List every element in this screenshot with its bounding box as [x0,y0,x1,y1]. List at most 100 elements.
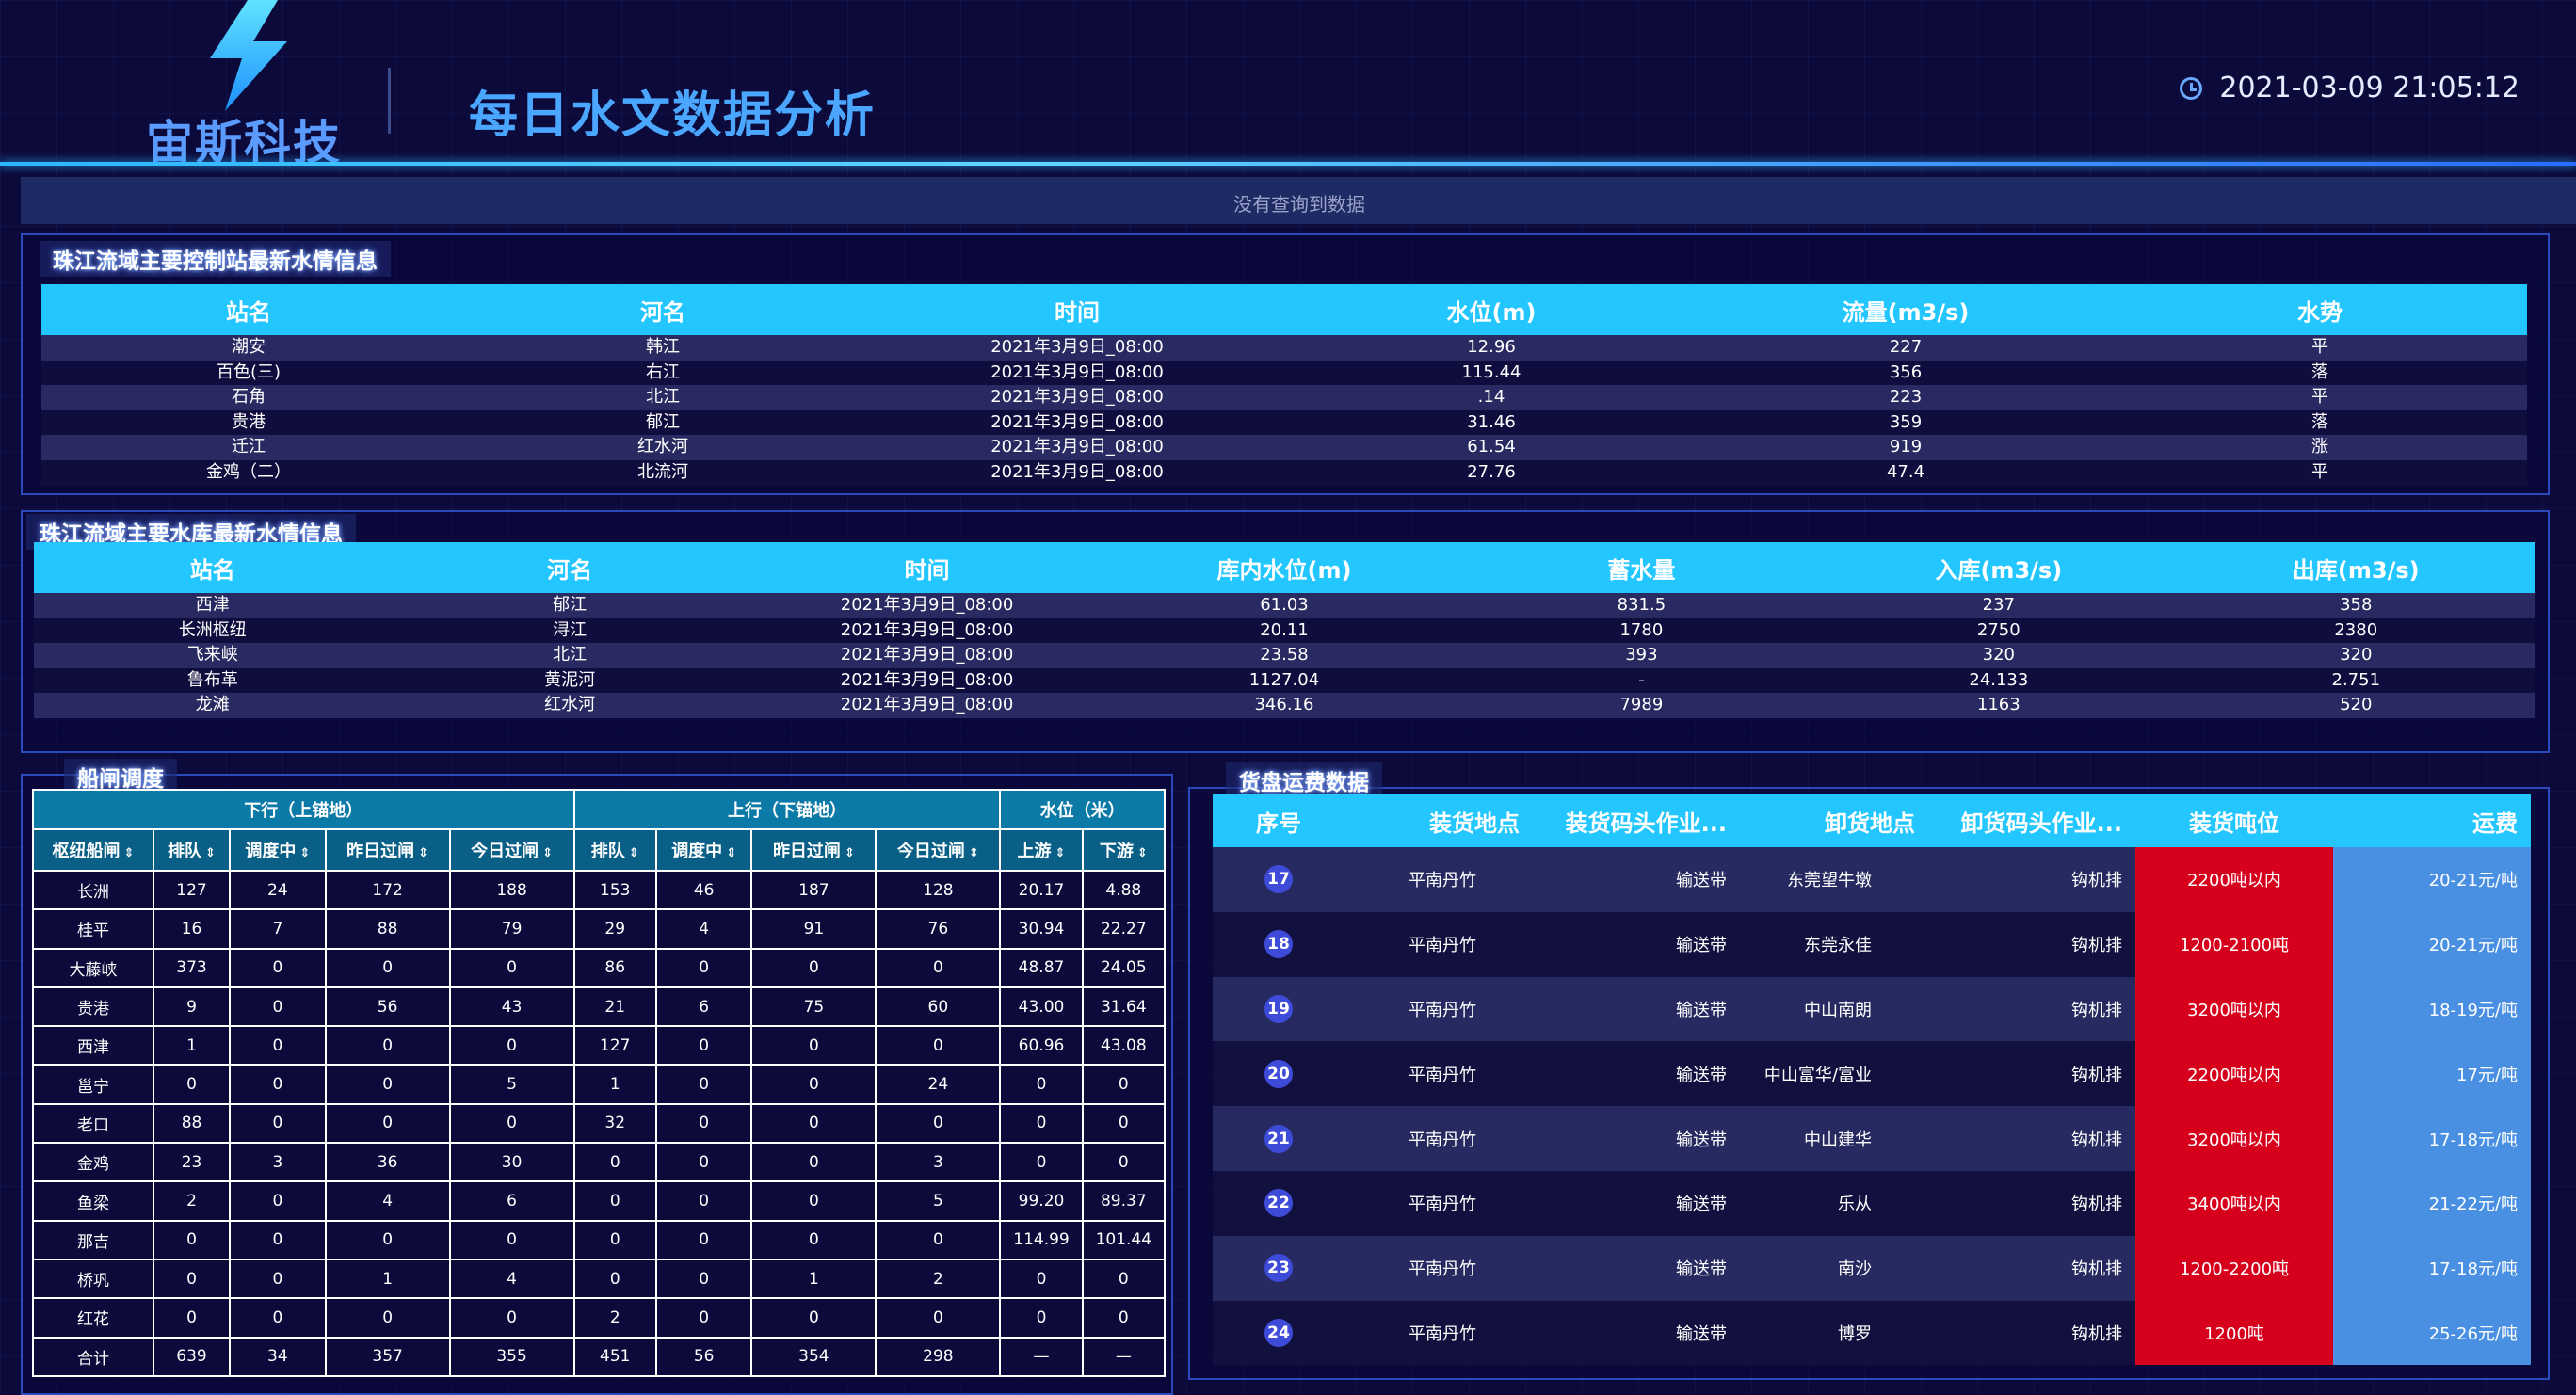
lock-col-header-sortable[interactable]: 上游 ⇕ [999,828,1084,872]
table-cell: 桂平 [32,908,154,950]
table-cell: 21 [572,986,657,1028]
lock-col-header-sortable[interactable]: 调度中 ⇕ [654,828,753,872]
row-index-badge: 18 [1264,930,1293,959]
table-cell: 0 [654,1258,753,1300]
table-cell: 那吉 [32,1219,154,1260]
sort-icon[interactable]: ⇕ [542,846,553,860]
lock-col-header-sortable[interactable]: 排队 ⇕ [152,828,232,872]
table-cell: 34 [229,1336,327,1377]
table-cell: 128 [875,869,1002,911]
table-cell: 钩机排 [1928,1300,2135,1366]
sort-icon[interactable]: ⇕ [726,846,736,860]
lock-col-header-sortable[interactable]: 今日过闸 ⇕ [875,828,1002,872]
lock-col-header-sortable[interactable]: 昨日过闸 ⇕ [750,828,877,872]
table-cell: 平南丹竹 [1344,1300,1533,1366]
table-row: 17 平南丹竹 输送带 东莞望牛墩 钩机排 2200吨以内 20-21元/吨 [1213,847,2531,912]
table-cell: 46 [654,869,753,911]
sort-icon[interactable]: ⇕ [124,846,135,860]
header-divider [388,68,391,134]
lock-col-header-sortable[interactable]: 调度中 ⇕ [229,828,327,872]
table-cell: 17 [1213,847,1344,912]
lock-col-header-sortable[interactable]: 下游 ⇕ [1081,828,1167,872]
table-cell: 48.87 [999,947,1084,988]
cargo-col-header: 卸货地点 [1740,794,1928,847]
table-cell: 2021年3月9日_08:00 [870,335,1284,361]
sort-icon[interactable]: ⇕ [1055,846,1066,860]
table-row: 桥巩 0 0 1 4 0 0 1 2 0 0 [32,1258,1167,1300]
table-cell: 76 [875,908,1002,950]
freight-cell: 18-19元/吨 [2333,976,2531,1042]
table-row: 西津 郁江 2021年3月9日_08:00 61.03 831.5 237 358 [34,593,2535,618]
table-cell: 355 [448,1336,575,1377]
cargo-table: 序号 装货地点 装货码头作业... 卸货地点 卸货码头作业... 装货吨位 运费 17 平南丹… [1213,794,2531,1366]
tonnage-cell: 1200-2100吨 [2135,911,2333,977]
table-cell: 2021年3月9日_08:00 [748,617,1106,644]
row-index-badge: 19 [1264,994,1293,1023]
table-row: 潮安 韩江 2021年3月9日_08:00 12.96 227 平 [41,335,2527,361]
col-header-label: 排队 [590,842,625,861]
reservoir-col-header: 站名 [34,542,392,593]
table-cell: 1780 [1462,617,1821,644]
table-cell: 20.17 [999,869,1084,911]
sort-icon[interactable]: ⇕ [299,846,310,860]
sort-icon[interactable]: ⇕ [845,846,855,860]
table-cell: 平南丹竹 [1344,1041,1533,1107]
table-cell: 29 [572,908,657,950]
table-row: 长洲 127 24 172 188 153 46 187 128 20.17 4.88 [32,869,1167,911]
table-cell: 227 [1699,335,2113,361]
sort-icon[interactable]: ⇕ [629,846,639,860]
table-row: 百色(三) 右江 2021年3月9日_08:00 115.44 356 落 [41,360,2527,386]
table-row: 飞来峡 北江 2021年3月9日_08:00 23.58 393 320 320 [34,643,2535,668]
table-row: 21 平南丹竹 输送带 中山建华 钩机排 3200吨以内 17-18元/吨 [1213,1106,2531,1171]
table-cell: 0 [229,986,327,1028]
table-cell: 91 [750,908,877,950]
table-cell: 钩机排 [1928,1106,2135,1171]
table-cell: 0 [229,1102,327,1145]
table-cell: 0 [750,1102,877,1145]
group-header-water-level: 水位（米） [999,789,1166,830]
station-col-header: 水势 [2113,284,2527,335]
table-cell: 0 [750,1219,877,1260]
table-cell: 86 [572,947,657,988]
lock-col-header-sortable[interactable]: 排队 ⇕ [572,828,657,872]
table-cell: 2750 [1820,617,2178,644]
table-cell: 36 [324,1142,451,1183]
cargo-panel: 货盘运费数据 序号 装货地点 装货码头作业... 卸货地点 卸货码头作业... 装货吨位运… [1188,762,2550,1380]
table-cell: 919 [1699,435,2113,460]
lock-col-header-sortable[interactable]: 枢纽船闸 ⇕ [32,828,154,872]
col-header-label: 下游 [1099,842,1134,861]
table-cell: 114.99 [999,1219,1084,1260]
cargo-col-header: 卸货码头作业... [1928,794,2135,847]
table-row: 18 平南丹竹 输送带 东莞永佳 钩机排 1200-2100吨 20-21元/吨 [1213,911,2531,977]
table-cell: 钩机排 [1928,911,2135,977]
lock-col-header-sortable[interactable]: 昨日过闸 ⇕ [324,828,451,872]
freight-cell: 20-21元/吨 [2333,847,2531,912]
table-cell: 2021年3月9日_08:00 [748,667,1106,694]
sort-icon[interactable]: ⇕ [969,846,979,860]
table-cell: 356 [1699,360,2113,386]
table-row: 石角 北江 2021年3月9日_08:00.14 223 平 [41,385,2527,410]
table-cell: 输送带 [1533,976,1740,1042]
sort-icon[interactable]: ⇕ [1137,846,1148,860]
sort-icon[interactable]: ⇕ [418,846,428,860]
table-cell: 石角 [41,385,456,410]
table-cell: 22.27 [1081,908,1167,950]
table-cell: 红水河 [456,435,870,460]
page-title: 每日水文数据分析 [469,88,877,144]
table-cell: 0 [152,1258,232,1300]
table-cell: 金鸡（二） [41,459,456,486]
table-cell: 输送带 [1533,1170,1740,1236]
lock-col-header-sortable[interactable]: 今日过闸 ⇕ [448,828,575,872]
table-cell: 平南丹竹 [1344,1170,1533,1236]
sort-icon[interactable]: ⇕ [205,846,216,860]
row-index-badge: 17 [1264,865,1293,894]
table-cell: 东莞望牛墩 [1740,847,1928,912]
cargo-col-header: 运费 [2333,794,2531,847]
table-cell: 长洲枢纽 [34,617,392,644]
table-cell: 钩机排 [1928,1041,2135,1107]
header: 宙斯科技 每日水文数据分析 2021-03-09 21:05:12 [0,0,2576,170]
table-cell: 2021年3月9日_08:00 [870,435,1284,460]
table-cell: 桥巩 [32,1258,154,1300]
table-cell: 2 [152,1180,232,1222]
reservoir-col-header: 时间 [748,542,1106,593]
